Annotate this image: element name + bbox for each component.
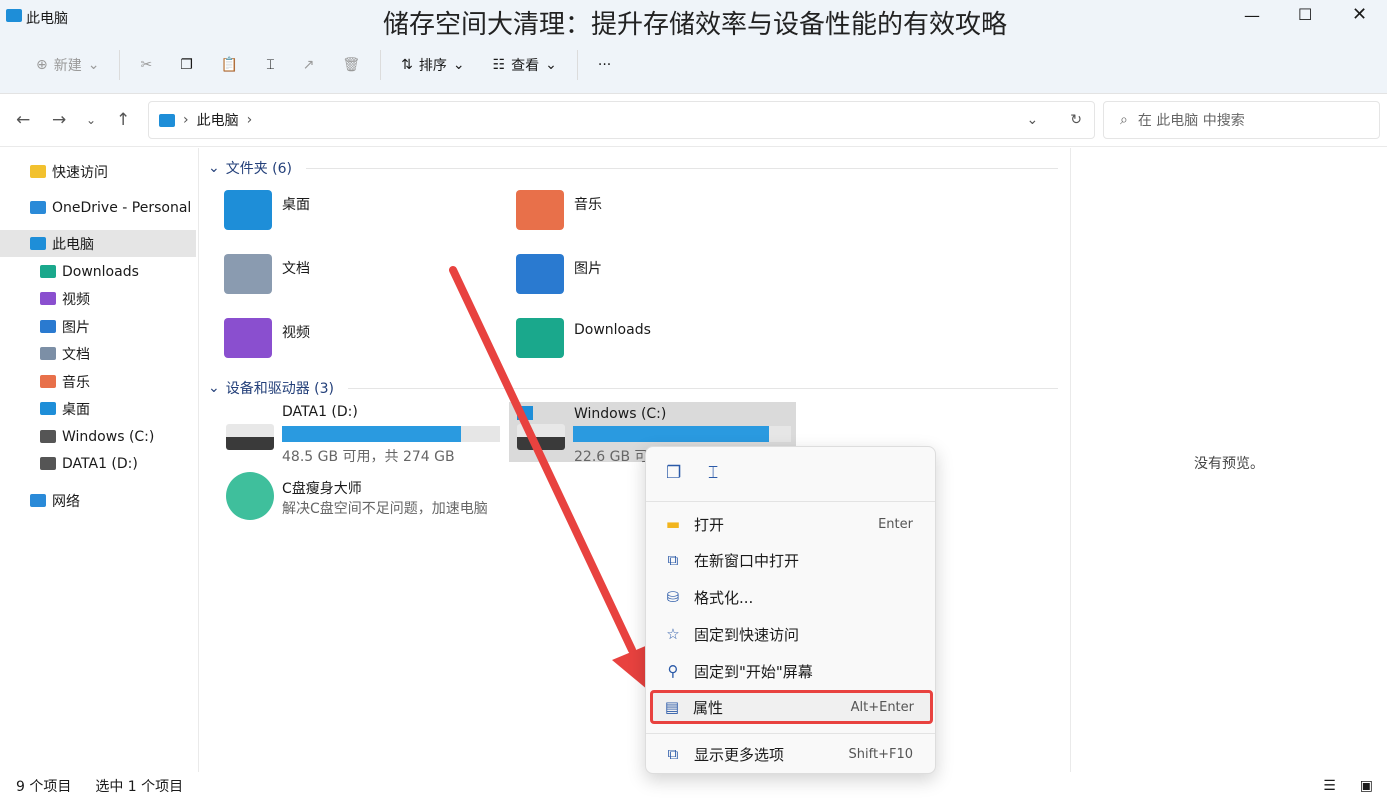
- pin-icon: ⚲: [667, 662, 679, 680]
- properties-icon: ▤: [664, 698, 680, 716]
- star-outline-icon: ☆: [666, 625, 680, 643]
- menu-item[interactable]: ⛁ 格式化...: [654, 580, 929, 614]
- menu-item[interactable]: ⚲ 固定到"开始"屏幕: [654, 654, 929, 688]
- menu-item[interactable]: ☆ 固定到快速访问: [654, 617, 929, 651]
- menu-item[interactable]: ⧉ 在新窗口中打开: [654, 543, 929, 577]
- format-icon: ⛁: [666, 588, 680, 606]
- new-window-icon: ⧉: [667, 551, 679, 569]
- folder-open-icon: ▬: [665, 515, 681, 533]
- menu-item[interactable]: ▤ 属性 Alt+Enter: [650, 690, 933, 724]
- menu-item[interactable]: ▬ 打开 Enter: [654, 507, 929, 541]
- more-options-icon: ⧉: [667, 745, 679, 763]
- copy-icon[interactable]: ❐: [666, 463, 681, 483]
- rename-icon[interactable]: ⌶: [708, 463, 718, 483]
- context-menu: ❐ ⌶ ▬ 打开 Enter ⧉ 在新窗口中打开 ⛁ 格式化... ☆ 固定到快速访问 ⚲ 固定到"…: [645, 446, 936, 774]
- menu-item[interactable]: ⧉ 显示更多选项 Shift+F10: [654, 737, 929, 771]
